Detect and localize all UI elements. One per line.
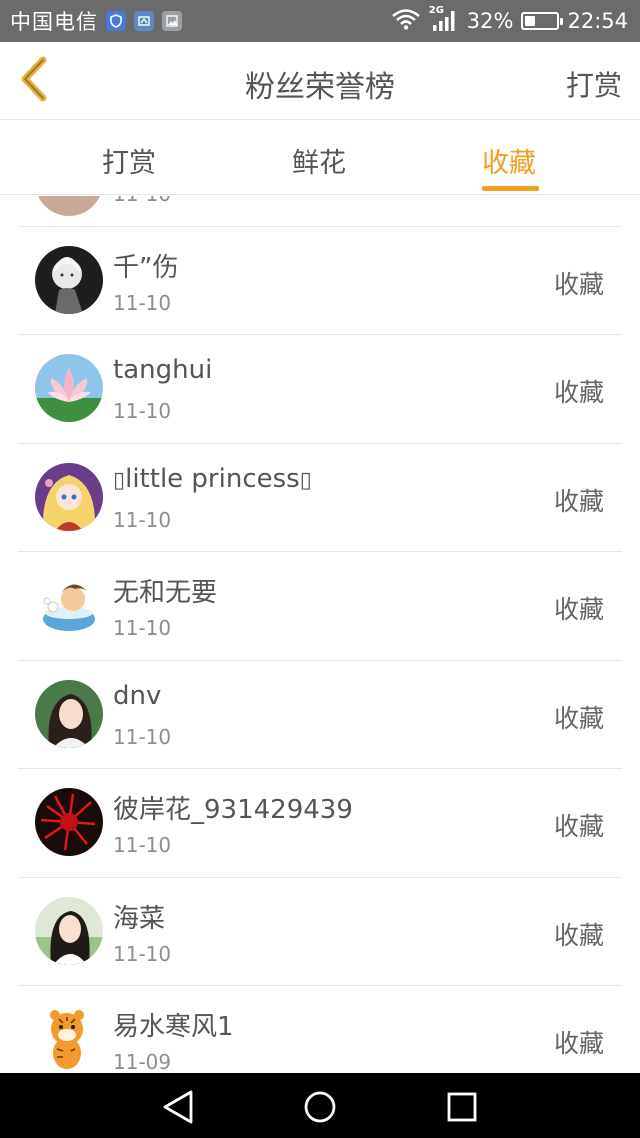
wifi-icon [391, 8, 421, 35]
avatar [35, 679, 103, 748]
bank-icon [134, 11, 154, 31]
back-triangle-icon[interactable] [158, 1087, 198, 1127]
list-item[interactable]: 千”伤 11-10 收藏 [0, 227, 640, 336]
collect-date: 11-10 [113, 616, 172, 640]
avatar [35, 1005, 103, 1073]
avatar [35, 462, 103, 531]
collect-date: 11-10 [113, 290, 172, 315]
list-item[interactable]: 易水寒风1 11-09 收藏 [0, 986, 640, 1073]
avatar [35, 896, 103, 965]
user-name: dnv [113, 680, 162, 711]
app-header: 粉丝荣誉榜 打赏 [0, 42, 640, 120]
list-item[interactable]: 彼岸花_931429439 11-10 收藏 [0, 769, 640, 878]
replacement-glyph-left: ▯ [113, 467, 126, 493]
active-tab-indicator [482, 186, 539, 191]
action-label: 收藏 [553, 378, 604, 407]
battery-fill [525, 16, 536, 26]
list-item[interactable]: 11-10 [0, 196, 640, 227]
avatar [35, 788, 103, 856]
collect-date: 11-09 [113, 1050, 172, 1073]
list-item[interactable]: tanghui 11-10 收藏 [0, 335, 640, 444]
user-name: 彼岸花_931429439 [113, 795, 353, 825]
collect-date: 11-10 [113, 833, 172, 857]
tab-flowers[interactable]: 鲜花 [292, 141, 346, 180]
tab-reward[interactable]: 打赏 [102, 141, 156, 180]
user-name: ▯little princess▯ [113, 464, 312, 494]
page-title: 粉丝荣誉榜 [245, 70, 395, 105]
battery-icon [521, 12, 564, 30]
carrier-label: 中国电信 [10, 10, 98, 34]
action-label: 收藏 [553, 595, 604, 624]
clock: 22:54 [567, 9, 628, 33]
tab-bar: 打赏 鲜花 收藏 [0, 121, 640, 195]
list-item[interactable]: ▯little princess▯ 11-10 收藏 [0, 444, 640, 553]
user-name: 易水寒风1 [113, 1012, 234, 1042]
status-bar: 中国电信 2G 32% 22:54 [0, 0, 640, 42]
collect-date: 11-10 [113, 507, 172, 532]
signal-icon: 2G [429, 5, 459, 33]
collect-date: 11-10 [113, 941, 172, 966]
shield-icon [106, 11, 126, 31]
user-name: tanghui [113, 355, 213, 385]
user-name: 海菜 [113, 903, 166, 934]
action-label: 收藏 [553, 486, 604, 516]
collect-date: 11-10 [113, 724, 172, 749]
battery-percent: 32% [466, 9, 514, 33]
avatar [35, 354, 103, 422]
gallery-icon [162, 11, 182, 31]
avatar [35, 571, 103, 639]
action-label: 收藏 [553, 1029, 604, 1058]
fan-list[interactable]: 11-10 千”伤 11-10 收藏 [0, 196, 640, 1073]
recent-square-icon[interactable] [442, 1087, 482, 1127]
collect-date: 11-10 [113, 196, 171, 206]
list-item[interactable]: 海菜 11-10 收藏 [0, 878, 640, 987]
avatar [35, 245, 103, 314]
system-nav-bar [0, 1073, 640, 1138]
avatar [35, 196, 103, 216]
list-item[interactable]: 无和无要 11-10 收藏 [0, 552, 640, 661]
action-label: 收藏 [553, 269, 604, 299]
replacement-glyph-right: ▯ [299, 467, 312, 493]
reward-button[interactable]: 打赏 [566, 64, 622, 104]
user-name: 千”伤 [113, 252, 179, 283]
user-name: 无和无要 [113, 578, 218, 608]
list-item[interactable]: dnv 11-10 收藏 [0, 661, 640, 770]
collect-date: 11-10 [113, 399, 172, 423]
user-name-text: little princess [125, 463, 300, 494]
action-label: 收藏 [553, 703, 604, 733]
home-circle-icon[interactable] [300, 1087, 340, 1127]
action-label: 收藏 [553, 920, 604, 950]
action-label: 收藏 [553, 812, 604, 841]
tab-favorites[interactable]: 收藏 [482, 141, 536, 180]
